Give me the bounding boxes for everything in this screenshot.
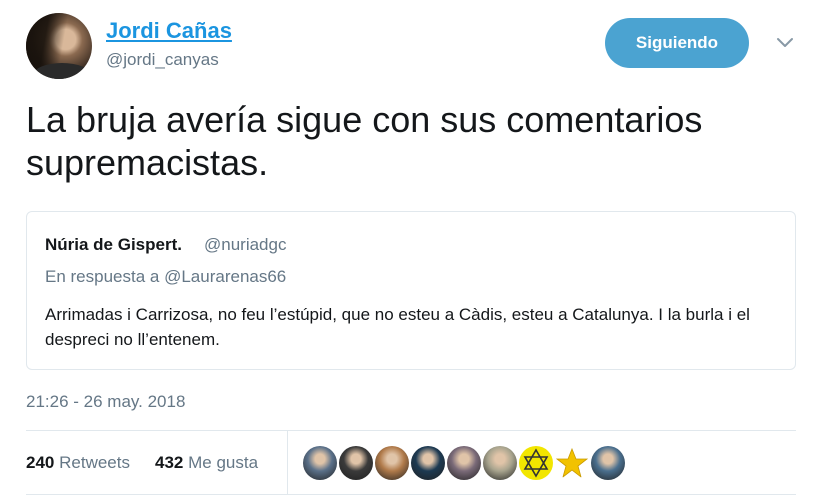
quoted-tweet[interactable]: Núria de Gispert. @nuriadgc En respuesta… <box>26 211 796 370</box>
avatar-man[interactable] <box>339 446 373 480</box>
reply-prefix: En respuesta a <box>45 267 160 286</box>
retweets-count: 240 <box>26 453 55 472</box>
author-name[interactable]: Jordi Cañas <box>106 18 232 44</box>
divider-top <box>26 430 796 431</box>
likes-count: 432 <box>155 453 184 472</box>
quoted-tweet-text: Arrimadas i Carrizosa, no feu l’estúpid,… <box>45 305 750 349</box>
retweets-stat[interactable]: 240 Retweets <box>26 453 130 473</box>
tweet-text: La bruja avería sigue con sus comentario… <box>26 99 703 183</box>
stats-separator <box>287 431 288 494</box>
tweet-timestamp[interactable]: 21:26 - 26 may. 2018 <box>26 392 185 412</box>
avatar-landscape[interactable] <box>447 446 481 480</box>
reply-context: En respuesta a @Laurarenas66 <box>45 267 286 287</box>
avatar-city[interactable] <box>303 446 337 480</box>
following-button[interactable]: Siguiendo <box>605 18 749 68</box>
quoted-author-name: Núria de Gispert. <box>45 235 182 254</box>
star-badge[interactable] <box>555 446 589 480</box>
avatar-shirt <box>34 63 90 79</box>
quoted-author-handle: @nuriadgc <box>204 235 287 254</box>
likes-stat[interactable]: 432 Me gusta <box>155 453 258 473</box>
retweets-label: Retweets <box>59 453 130 472</box>
author-avatar[interactable] <box>26 13 92 79</box>
likes-label: Me gusta <box>188 453 259 472</box>
reply-mention-link[interactable]: @Laurarenas66 <box>164 267 286 286</box>
avatar-building[interactable] <box>483 446 517 480</box>
star-of-david-badge[interactable] <box>519 446 553 480</box>
avatar-photo[interactable] <box>591 446 625 480</box>
author-handle[interactable]: @jordi_canyas <box>106 50 219 70</box>
chevron-down-icon[interactable] <box>775 36 795 50</box>
divider-bottom <box>26 494 796 495</box>
avatar-group[interactable] <box>375 446 409 480</box>
avatar-dark[interactable] <box>411 446 445 480</box>
